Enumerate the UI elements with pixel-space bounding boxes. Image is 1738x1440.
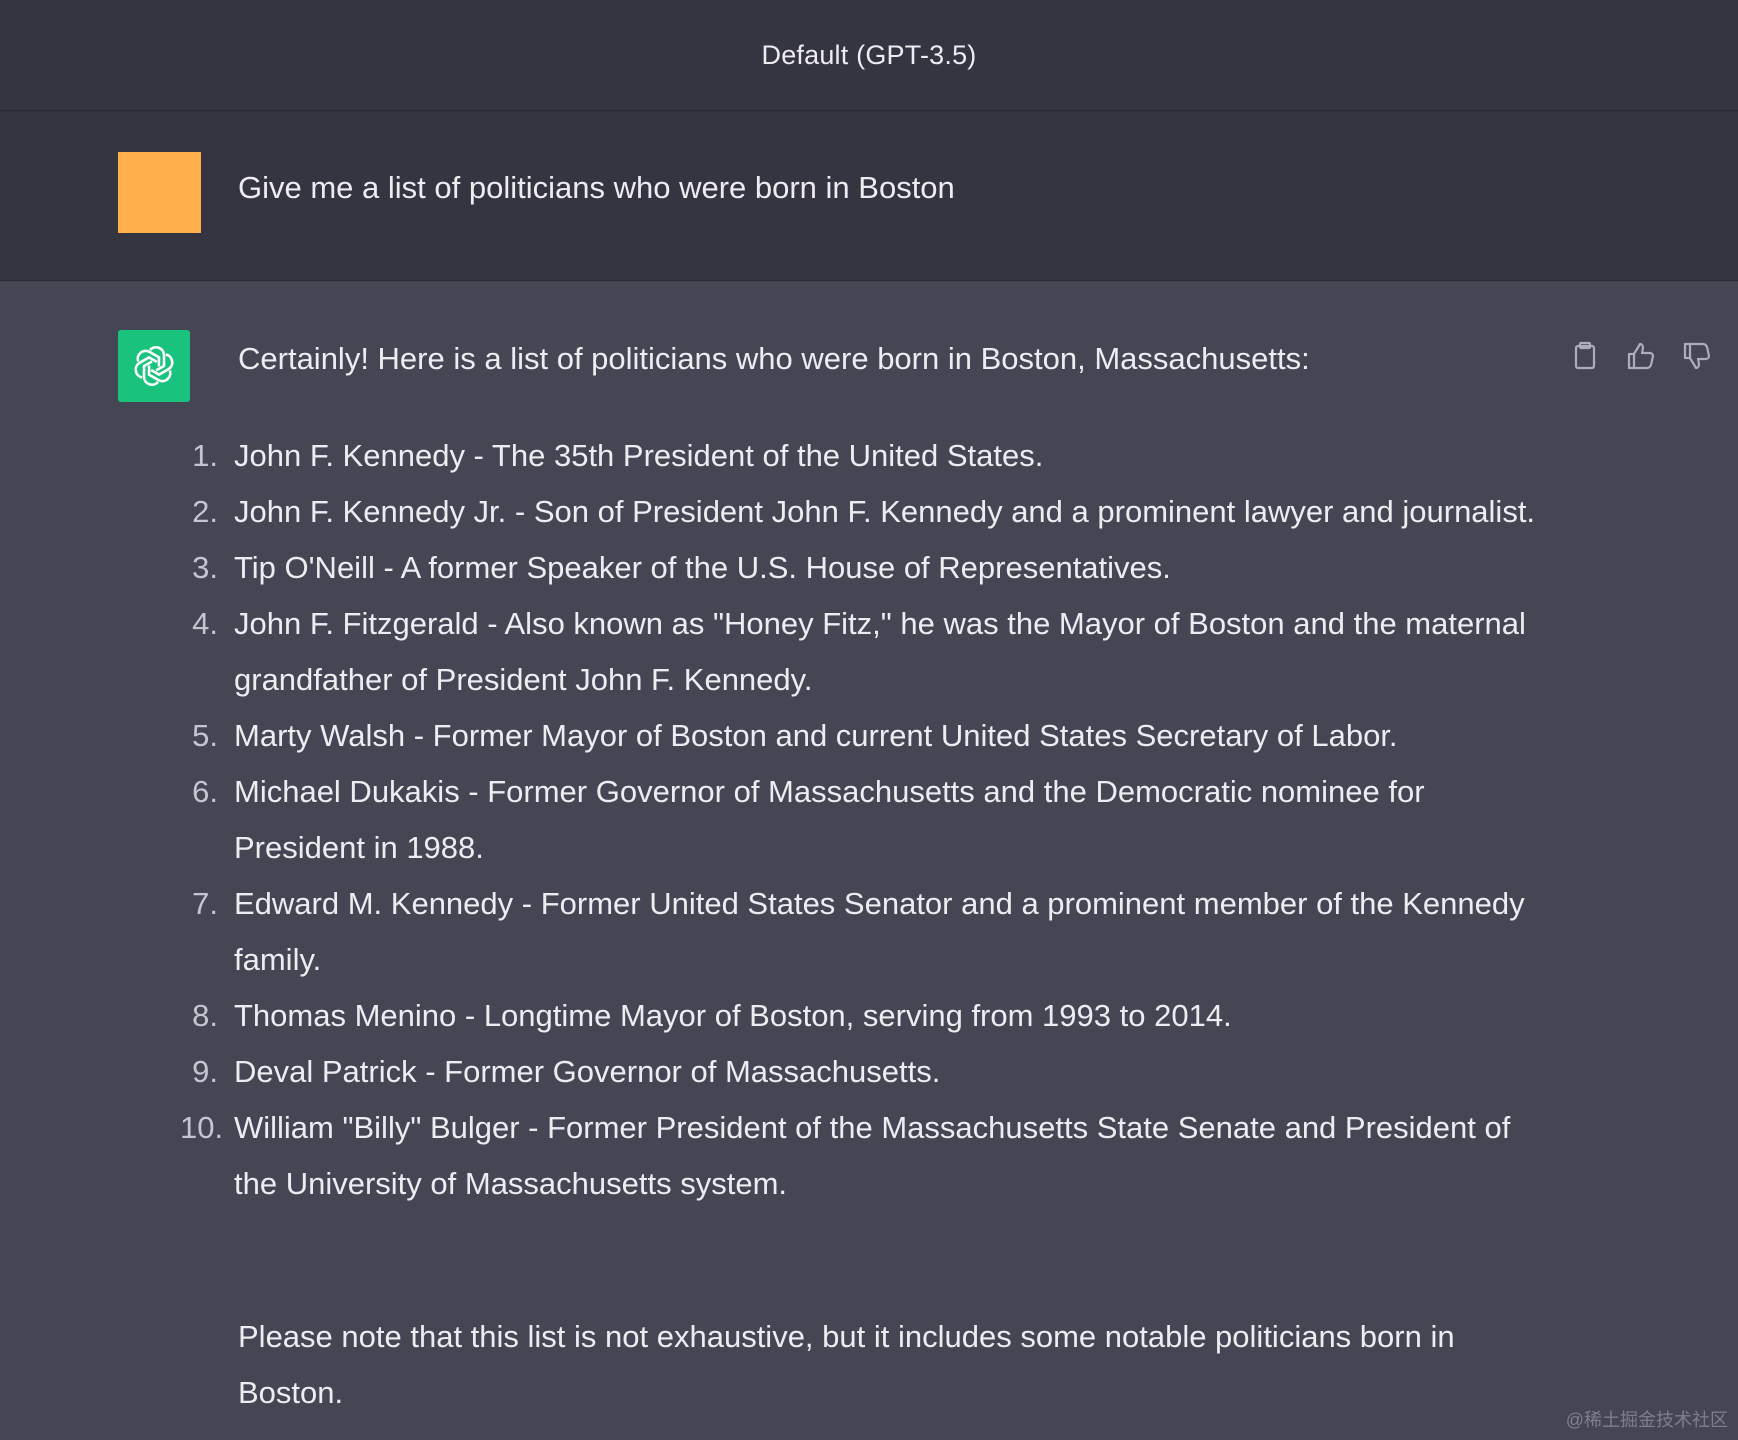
list-item: 2. John F. Kennedy Jr. - Son of President… bbox=[180, 484, 1540, 540]
list-item: 8. Thomas Menino - Longtime Mayor of Bost… bbox=[180, 988, 1540, 1044]
list-item-text: Tip O'Neill - A former Speaker of the U.… bbox=[234, 550, 1171, 585]
list-number: 8. bbox=[192, 998, 218, 1033]
thumbs-down-button[interactable] bbox=[1680, 338, 1714, 374]
user-message-text: Give me a list of politicians who were b… bbox=[238, 170, 955, 205]
message-actions bbox=[1568, 336, 1718, 376]
thumbs-up-button[interactable] bbox=[1624, 338, 1658, 374]
watermark: @稀土掘金技术社区 bbox=[1565, 1410, 1728, 1430]
list-item: 5. Marty Walsh - Former Mayor of Boston a… bbox=[180, 708, 1540, 764]
openai-logo-icon bbox=[134, 346, 174, 386]
list-item-text: Edward M. Kennedy - Former United States… bbox=[234, 886, 1525, 977]
list-item-text: Thomas Menino - Longtime Mayor of Boston… bbox=[234, 998, 1232, 1033]
copy-button[interactable] bbox=[1568, 338, 1602, 374]
list-number: 2. bbox=[192, 494, 218, 529]
list-item: 7. Edward M. Kennedy - Former United Stat… bbox=[180, 876, 1540, 988]
list-item-text: John F. Fitzgerald - Also known as "Hone… bbox=[234, 606, 1526, 697]
model-title: Default (GPT-3.5) bbox=[761, 39, 977, 70]
list-item: 1. John F. Kennedy - The 35th President o… bbox=[180, 428, 1540, 484]
user-message-row: Give me a list of politicians who were b… bbox=[0, 111, 1738, 281]
list-item-text: William "Billy" Bulger - Former Presiden… bbox=[234, 1110, 1511, 1201]
list-number: 5. bbox=[192, 718, 218, 753]
list-item: 6. Michael Dukakis - Former Governor of M… bbox=[180, 764, 1540, 876]
list-number: 6. bbox=[192, 774, 218, 809]
assistant-message-row: Certainly! Here is a list of politicians… bbox=[0, 282, 1738, 1440]
list-item: 9. Deval Patrick - Former Governor of Mas… bbox=[180, 1044, 1540, 1100]
list-number: 10. bbox=[180, 1110, 224, 1145]
politicians-list: 1. John F. Kennedy - The 35th President o… bbox=[180, 428, 1540, 1212]
thumbs-up-icon bbox=[1627, 342, 1655, 370]
list-item-text: Michael Dukakis - Former Governor of Mas… bbox=[234, 774, 1425, 865]
list-item: 10. William "Billy" Bulger - Former Presi… bbox=[180, 1100, 1540, 1212]
assistant-avatar bbox=[118, 330, 190, 402]
list-number: 9. bbox=[192, 1054, 218, 1089]
list-item: 3. Tip O'Neill - A former Speaker of the … bbox=[180, 540, 1540, 596]
chat-page: Default (GPT-3.5) Give me a list of poli… bbox=[0, 0, 1738, 1440]
list-number: 3. bbox=[192, 550, 218, 585]
list-item: 4. John F. Fitzgerald - Also known as "Ho… bbox=[180, 596, 1540, 708]
list-number: 7. bbox=[192, 886, 218, 921]
model-header: Default (GPT-3.5) bbox=[0, 0, 1738, 111]
list-item-text: Marty Walsh - Former Mayor of Boston and… bbox=[234, 718, 1398, 753]
clipboard-icon bbox=[1574, 341, 1596, 370]
thumbs-down-icon bbox=[1683, 342, 1711, 370]
list-item-text: John F. Kennedy - The 35th President of … bbox=[234, 438, 1044, 473]
list-number: 4. bbox=[192, 606, 218, 641]
list-item-text: Deval Patrick - Former Governor of Massa… bbox=[234, 1054, 941, 1089]
list-number: 1. bbox=[192, 438, 218, 473]
user-avatar bbox=[118, 152, 201, 233]
assistant-intro-text: Certainly! Here is a list of politicians… bbox=[238, 341, 1310, 376]
assistant-closing-note: Please note that this list is not exhaus… bbox=[238, 1319, 1455, 1410]
list-item-text: John F. Kennedy Jr. - Son of President J… bbox=[234, 494, 1536, 529]
